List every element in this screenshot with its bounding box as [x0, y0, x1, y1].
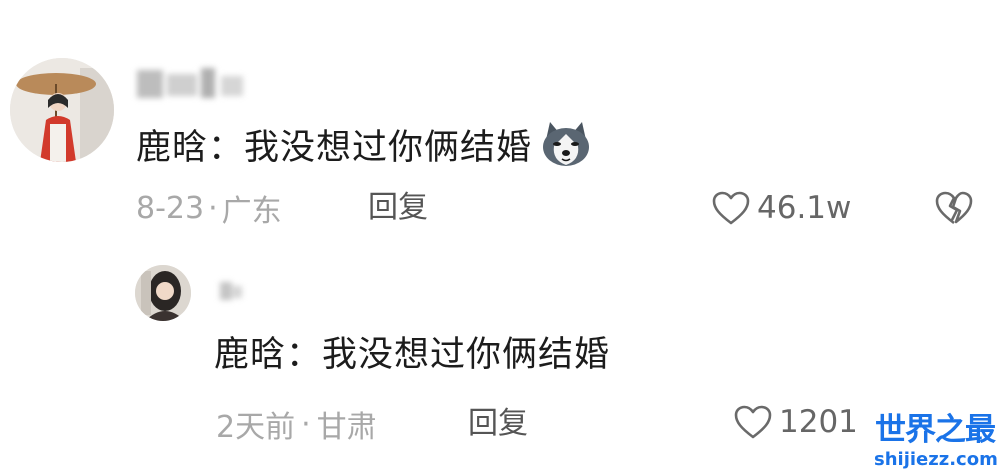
- husky-dog-emoji-icon: [540, 120, 592, 168]
- comment-1-meta: 8-23 · 广东: [136, 188, 282, 230]
- comment-1-date: 8-23: [136, 190, 205, 226]
- comment-2-text: 鹿晗：我没想过你俩结婚: [214, 335, 611, 375]
- comment-1-location: 广东: [221, 194, 282, 229]
- meta-separator: ·: [208, 190, 218, 226]
- comment-1-text-row: 鹿晗：我没想过你俩结婚: [136, 119, 592, 169]
- comment-2-username[interactable]: [218, 280, 244, 302]
- comment-1-like-count: 46.1w: [757, 190, 852, 226]
- watermark-title: 世界之最: [875, 412, 996, 448]
- comment-2-meta: 2天前 · 甘肃: [216, 404, 377, 446]
- comment-2-like-button[interactable]: 1201: [733, 400, 858, 444]
- heart-icon: [733, 404, 773, 440]
- comment-1-reply-button[interactable]: 回复: [368, 188, 428, 228]
- watermark: 世界之最 shijiezz.com: [874, 404, 998, 470]
- comment-1-avatar[interactable]: [10, 58, 114, 162]
- meta-separator: ·: [301, 406, 311, 442]
- watermark-url: shijiezz.com: [874, 449, 998, 470]
- comment-1-text: 鹿晗：我没想过你俩结婚: [136, 127, 533, 168]
- comment-2-location: 甘肃: [316, 410, 377, 445]
- comment-1-dislike-button[interactable]: [934, 190, 974, 226]
- comment-1-like-button[interactable]: 46.1w: [711, 186, 851, 230]
- comment-2-reply-button[interactable]: 回复: [468, 404, 528, 444]
- broken-heart-icon: [934, 191, 974, 230]
- comment-2-like-count: 1201: [779, 404, 858, 440]
- comment-2-avatar[interactable]: [135, 265, 191, 321]
- comment-1-username[interactable]: [137, 66, 247, 100]
- comment-2-date: 2天前: [216, 410, 296, 445]
- heart-icon: [711, 190, 751, 226]
